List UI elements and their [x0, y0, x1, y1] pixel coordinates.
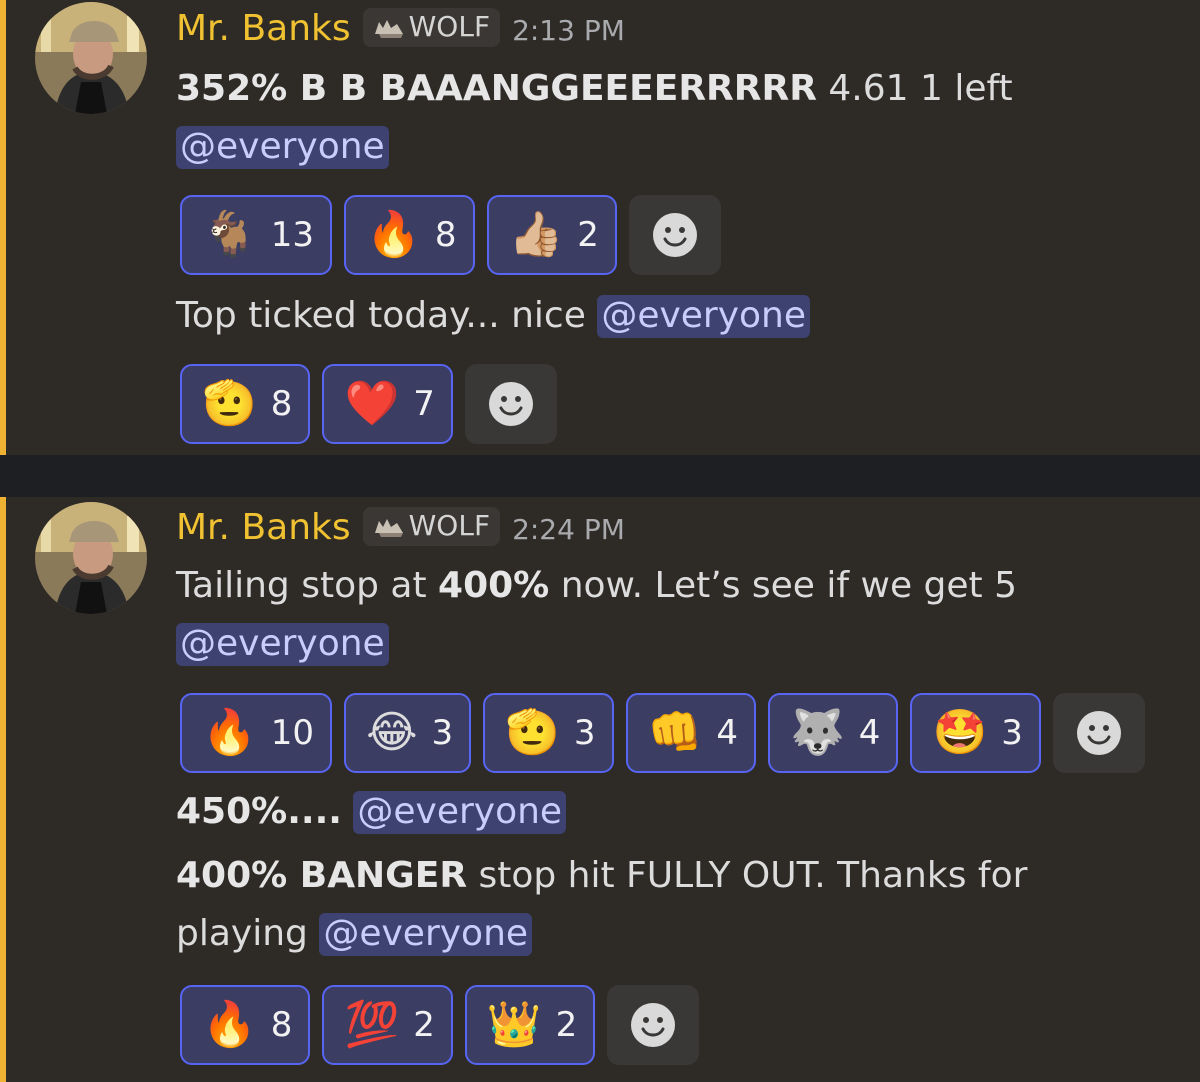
reaction-count: 2 — [555, 1005, 578, 1045]
message-bold-text: 352% B B BAAANGGEEEERRRRR — [176, 68, 817, 109]
add-reaction-button[interactable] — [464, 364, 557, 444]
message-bold-text: 400% BANGER — [176, 855, 468, 896]
message-header: Mr. Banks WOLF 2:24 PM — [176, 507, 625, 550]
message-group-1: Mr. Banks WOLF 2:13 PM 352% B B BAAANGGEEE… — [0, 0, 1200, 455]
fire-emoji-icon: 🔥 — [202, 999, 257, 1050]
followup-message-text-line2: playing @everyone — [176, 913, 533, 956]
reaction-bar: 🔥 8 💯 2 👑 2 — [180, 985, 700, 1065]
fist-emoji-icon: 👊 — [647, 707, 703, 758]
timestamp[interactable]: 2:13 PM — [512, 14, 625, 47]
followup-message-text: 450%.... @everyone — [176, 791, 567, 834]
avatar[interactable] — [35, 2, 147, 114]
reaction-fire[interactable]: 🔥 8 — [180, 985, 311, 1065]
reaction-bar: 🫡 8 ❤️ 7 — [180, 364, 557, 444]
timestamp[interactable]: 2:24 PM — [512, 513, 625, 546]
everyone-mention[interactable]: @everyone — [319, 913, 533, 956]
message-bold-text: 450%.... — [176, 791, 342, 832]
reaction-count: 3 — [573, 713, 596, 753]
message-mention-line: @everyone — [176, 623, 389, 666]
everyone-mention[interactable]: @everyone — [176, 126, 389, 169]
author-name[interactable]: Mr. Banks — [176, 8, 351, 49]
smiley-add-reaction-icon — [488, 382, 533, 426]
message-mention-line: @everyone — [176, 126, 389, 169]
reaction-hundred[interactable]: 💯 2 — [322, 985, 453, 1065]
author-name[interactable]: Mr. Banks — [176, 507, 351, 548]
reaction-fire[interactable]: 🔥 8 — [344, 195, 475, 275]
reaction-fist[interactable]: 👊 4 — [625, 693, 756, 773]
reaction-joy[interactable]: 😂 3 — [344, 693, 472, 773]
role-tag-label: WOLF — [408, 509, 491, 542]
reaction-star-struck[interactable]: 🤩 3 — [910, 693, 1041, 773]
reaction-salute[interactable]: 🫡 3 — [483, 693, 614, 773]
reaction-count: 10 — [270, 713, 315, 753]
smiley-add-reaction-icon — [652, 213, 697, 257]
reaction-bar: 🐐 13 🔥 8 👍🏼 2 — [180, 195, 721, 275]
followup-message-text: 400% BANGER stop hit FULLY OUT. Thanks f… — [176, 855, 1027, 896]
message-line2-text: playing — [176, 913, 320, 954]
everyone-mention[interactable]: @everyone — [353, 791, 567, 834]
reaction-count: 3 — [431, 713, 454, 753]
message-rest-text: 4.61 1 left — [816, 68, 1013, 109]
reaction-heart[interactable]: ❤️ 7 — [322, 364, 453, 444]
message-bold-text: 400% — [438, 565, 550, 606]
reaction-count: 7 — [413, 384, 435, 424]
message-post-text: now. Let’s see if we get 5 — [549, 565, 1018, 606]
add-reaction-button[interactable] — [628, 195, 721, 275]
heart-emoji-icon: ❤️ — [344, 378, 400, 429]
smiley-add-reaction-icon — [631, 1003, 676, 1047]
wolf-icon — [374, 519, 403, 537]
reaction-count: 13 — [270, 215, 315, 255]
add-reaction-button[interactable] — [1052, 693, 1145, 773]
message-divider — [0, 455, 1200, 497]
salute-emoji-icon: 🫡 — [505, 707, 560, 758]
reaction-crown[interactable]: 👑 2 — [464, 985, 596, 1065]
reaction-salute[interactable]: 🫡 8 — [180, 364, 311, 444]
fire-emoji-icon: 🔥 — [366, 209, 421, 260]
reaction-wolf[interactable]: 🐺 4 — [768, 693, 899, 773]
message-text: Tailing stop at 400% now. Let’s see if w… — [176, 565, 1017, 606]
avatar[interactable] — [35, 502, 147, 614]
reaction-thumbs-up[interactable]: 👍🏼 2 — [486, 195, 617, 275]
smiley-add-reaction-icon — [1076, 711, 1121, 755]
reaction-count: 8 — [270, 384, 293, 424]
message-group-2: Mr. Banks WOLF 2:24 PM Tailing stop at 400… — [0, 497, 1200, 1082]
reaction-fire[interactable]: 🔥 10 — [180, 693, 333, 773]
reaction-count: 4 — [716, 713, 738, 753]
role-tag-label: WOLF — [408, 10, 491, 43]
reaction-bar: 🔥 10 😂 3 🫡 3 👊 4 🐺 4 🤩 3 — [180, 693, 1145, 773]
message-pre-text: Tailing stop at — [176, 565, 439, 606]
role-tag[interactable]: WOLF — [362, 8, 501, 47]
star-struck-emoji-icon: 🤩 — [932, 707, 988, 758]
add-reaction-button[interactable] — [607, 985, 700, 1065]
wolf-icon — [374, 20, 403, 38]
reaction-count: 8 — [434, 215, 457, 255]
reaction-count: 2 — [577, 215, 599, 255]
everyone-mention[interactable]: @everyone — [597, 295, 811, 338]
reaction-count: 2 — [413, 1005, 435, 1045]
role-tag[interactable]: WOLF — [362, 507, 501, 546]
wolf-emoji-icon: 🐺 — [790, 707, 845, 758]
everyone-mention[interactable]: @everyone — [176, 623, 389, 666]
message-text: 352% B B BAAANGGEEEERRRRR 4.61 1 left — [176, 68, 1013, 109]
joy-emoji-icon: 😂 — [366, 707, 418, 758]
crown-emoji-icon: 👑 — [486, 999, 542, 1050]
message-header: Mr. Banks WOLF 2:13 PM — [176, 8, 625, 51]
followup-text: Top ticked today... nice — [176, 295, 598, 336]
reaction-count: 3 — [1001, 713, 1023, 753]
fire-emoji-icon: 🔥 — [202, 707, 257, 758]
message-rest-text: stop hit FULLY OUT. Thanks for — [467, 855, 1028, 896]
salute-emoji-icon: 🫡 — [202, 378, 257, 429]
goat-emoji-icon: 🐐 — [202, 209, 257, 260]
reaction-count: 4 — [858, 713, 881, 753]
hundred-emoji-icon: 💯 — [344, 999, 400, 1050]
reaction-goat[interactable]: 🐐 13 — [180, 195, 333, 275]
thumbs-up-emoji-icon: 👍🏼 — [508, 209, 564, 260]
followup-message-text: Top ticked today... nice @everyone — [176, 295, 811, 338]
reaction-count: 8 — [270, 1005, 293, 1045]
